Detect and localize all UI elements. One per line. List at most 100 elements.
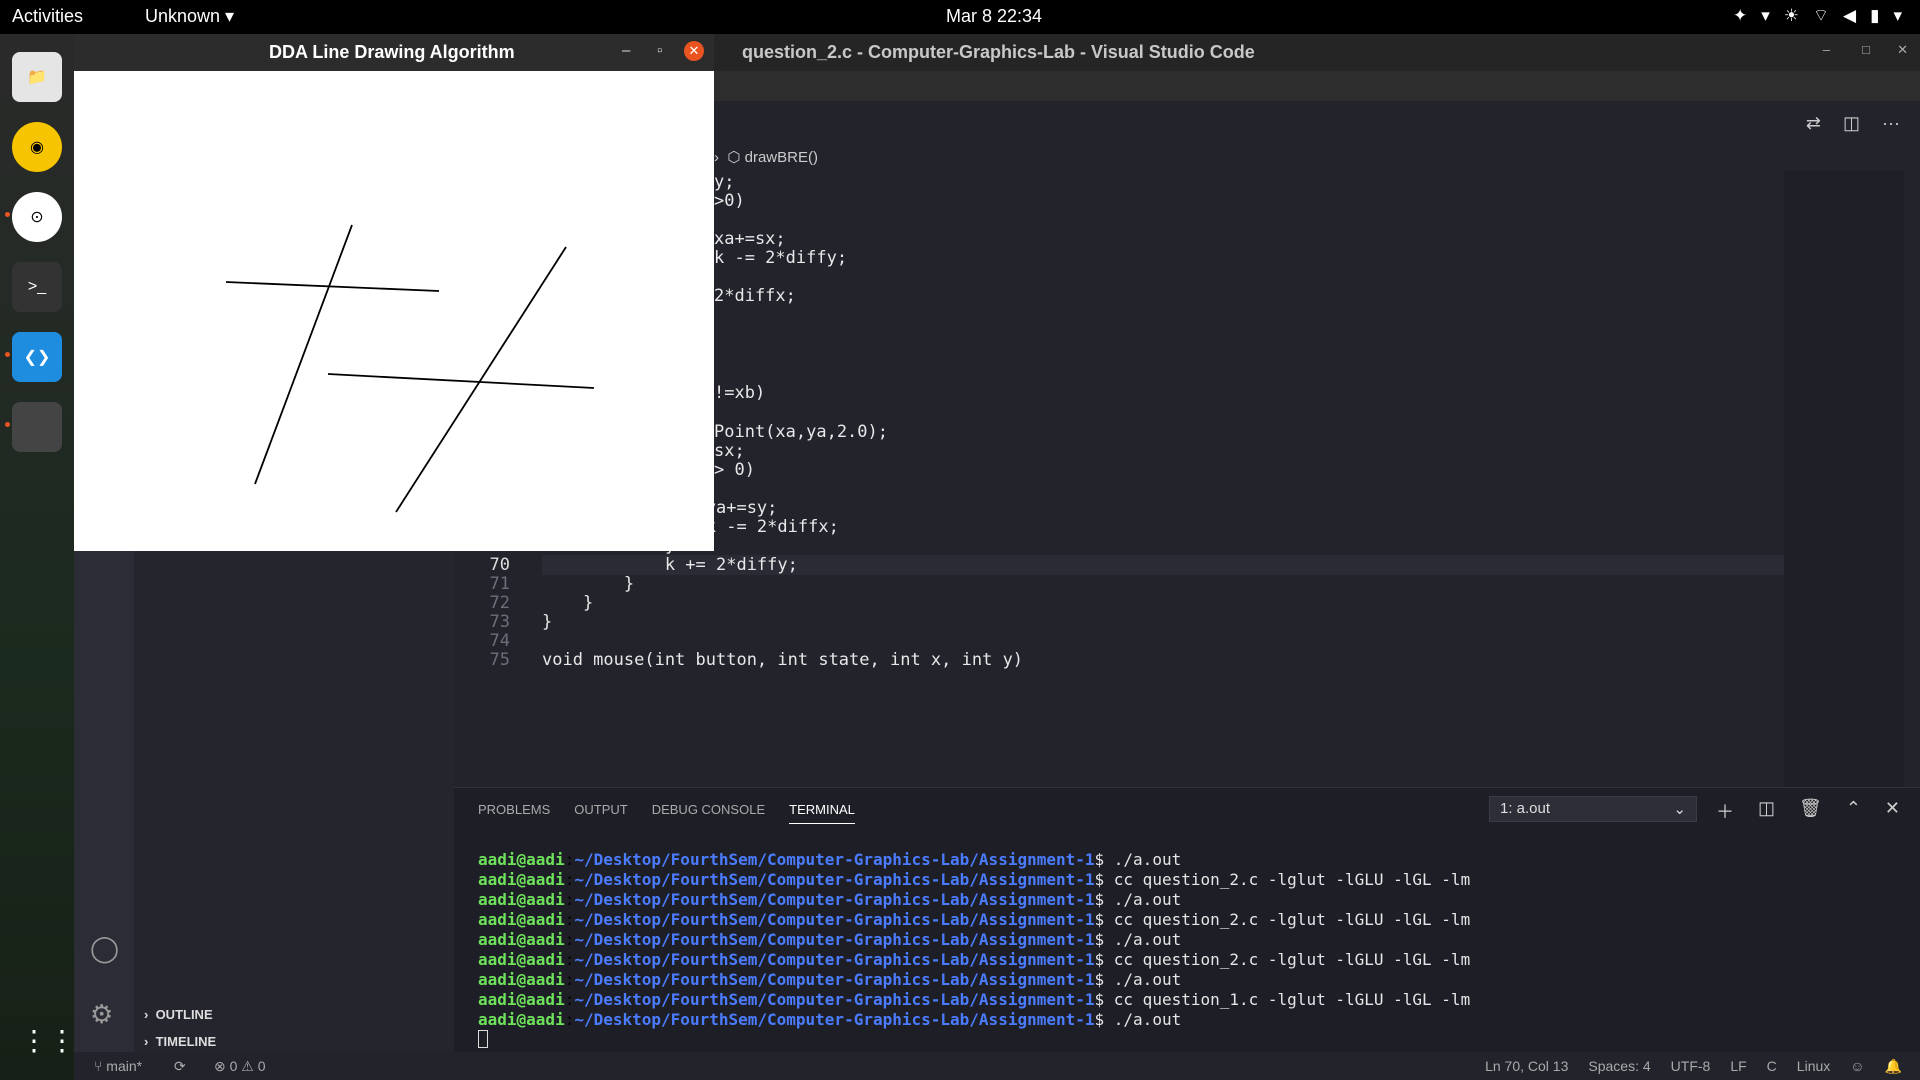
code-line[interactable]: xa+=sx; (714, 229, 786, 249)
glut-window[interactable]: DDA Line Drawing Algorithm – ▫ ✕ (74, 34, 714, 551)
encoding[interactable]: UTF-8 (1671, 1058, 1711, 1075)
terminal-selector[interactable]: 1: a.out ⌄ (1489, 796, 1697, 822)
power-menu-icon[interactable]: ▾ (1893, 6, 1902, 26)
brightness-icon[interactable]: ☀ (1784, 6, 1799, 26)
terminal-line: aadi@aadi:~/Desktop/FourthSem/Computer-G… (478, 970, 1182, 989)
new-terminal-icon[interactable]: ＋ (1716, 798, 1734, 824)
code-line[interactable]: k += 2*diffy; (542, 555, 1784, 575)
maximize-icon[interactable]: □ (1862, 42, 1870, 57)
code-line[interactable]: y; (714, 172, 734, 192)
sidebar: › OUTLINE › TIMELINE (134, 551, 454, 1056)
os-indicator[interactable]: Linux (1797, 1058, 1830, 1075)
maximize-panel-icon[interactable]: ⌃ (1846, 798, 1861, 824)
terminal-output[interactable]: aadi@aadi:~/Desktop/FourthSem/Computer-G… (478, 850, 1470, 1053)
terminal-line: aadi@aadi:~/Desktop/FourthSem/Computer-G… (478, 1010, 1182, 1029)
feedback-icon[interactable]: ☺ (1850, 1058, 1864, 1075)
glut-titlebar[interactable]: DDA Line Drawing Algorithm – ▫ ✕ (74, 34, 714, 71)
close-panel-icon[interactable]: ✕ (1885, 798, 1900, 824)
system-tray[interactable]: ✦ ▾ ☀ ⌔ ◀ ▮ ▾ (1733, 5, 1902, 26)
maximize-icon[interactable]: ▫ (657, 42, 662, 59)
minimize-icon[interactable]: – (1823, 42, 1830, 57)
panel-tab-problems[interactable]: PROBLEMS (478, 802, 550, 824)
vscode-icon[interactable]: ❮❯ (12, 332, 62, 382)
indentation[interactable]: Spaces: 4 (1588, 1058, 1650, 1075)
chrome-icon[interactable]: ⊙ (12, 192, 62, 242)
line-number: 72 (489, 593, 510, 613)
files-icon[interactable]: 📁 (12, 52, 62, 102)
dropdown-icon[interactable]: ▾ (1761, 6, 1770, 26)
glut-title: DDA Line Drawing Algorithm (269, 42, 515, 62)
branch-indicator[interactable]: ⑂ main* (94, 1058, 142, 1074)
tab-strip (714, 71, 1920, 101)
minimize-icon[interactable]: – (622, 42, 630, 59)
code-line[interactable]: k -= 2*diffy; (714, 248, 847, 268)
drawing-canvas[interactable] (74, 71, 714, 551)
panel-tab-output[interactable]: OUTPUT (574, 802, 627, 824)
code-line[interactable]: >0) (714, 191, 745, 211)
activity-bar: ◯ ⚙ (74, 551, 134, 1056)
line-number: 74 (489, 631, 510, 651)
code-line[interactable]: Point(xa,ya,2.0); (714, 422, 888, 442)
cursor-position[interactable]: Ln 70, Col 13 (1485, 1058, 1568, 1075)
code-line[interactable]: sx; (714, 441, 745, 461)
code-line[interactable]: 2*diffx; (714, 286, 796, 306)
line-number: 70 (489, 555, 510, 575)
battery-icon[interactable]: ▮ (1870, 6, 1879, 26)
code-line[interactable]: !=xb) (714, 383, 765, 403)
minimap[interactable] (1784, 171, 1904, 787)
language-mode[interactable]: C (1767, 1058, 1777, 1075)
breadcrumb[interactable]: › ⬡ drawBRE() (714, 148, 818, 166)
cube-icon: ⬡ (727, 149, 741, 166)
running-indicator (5, 352, 10, 357)
terminal-icon[interactable]: >_ (12, 262, 62, 312)
split-terminal-icon[interactable]: ◫ (1758, 798, 1775, 824)
running-indicator (5, 422, 10, 427)
compare-icon[interactable]: ⇄ (1806, 113, 1821, 134)
app-menu[interactable]: Unknown ▾ (145, 6, 234, 27)
bottom-panel: PROBLEMS OUTPUT DEBUG CONSOLE TERMINAL 1: a… (454, 787, 1920, 1052)
line-number: 73 (489, 612, 510, 632)
drawn-line (327, 373, 595, 389)
split-editor-icon[interactable]: ◫ (1843, 113, 1860, 134)
timeline-section[interactable]: › TIMELINE (144, 1034, 216, 1049)
close-icon[interactable]: ✕ (1897, 42, 1908, 58)
panel-tab-terminal[interactable]: TERMINAL (789, 802, 855, 824)
sync-icon[interactable]: ⟳ (174, 1058, 186, 1075)
code-line[interactable]: } (542, 574, 634, 594)
outline-section[interactable]: › OUTLINE (144, 1007, 213, 1022)
account-icon[interactable]: ◯ (90, 933, 119, 964)
rhythmbox-icon[interactable]: ◉ (12, 122, 62, 172)
close-icon[interactable]: ✕ (684, 41, 704, 61)
glut-app-icon[interactable] (12, 402, 62, 452)
window-title: question_2.c - Computer-Graphics-Lab - V… (742, 42, 1255, 62)
panel-tab-debug-console[interactable]: DEBUG CONSOLE (652, 802, 765, 824)
terminal-line: aadi@aadi:~/Desktop/FourthSem/Computer-G… (478, 910, 1471, 929)
eol[interactable]: LF (1730, 1058, 1746, 1075)
editor-toolbar: ⇄ ◫ ··· (714, 101, 1920, 171)
top-bar: Activities Unknown ▾ Mar 8 22:34 ✦ ▾ ☀ ⌔… (0, 0, 1920, 34)
code-line[interactable]: void mouse(int button, int state, int x,… (542, 650, 1023, 670)
code-line[interactable]: } (542, 593, 593, 613)
activities-button[interactable]: Activities (12, 6, 83, 27)
clock[interactable]: Mar 8 22:34 (946, 6, 1042, 27)
status-bar: ⑂ main* ⟳ ⊗ 0 ⚠ 0 Ln 70, Col 13 Spaces: … (74, 1052, 1920, 1080)
dock: 📁 ◉ ⊙ >_ ❮❯ ⋮⋮⋮ (0, 34, 104, 1080)
terminal-line: aadi@aadi:~/Desktop/FourthSem/Computer-G… (478, 930, 1182, 949)
line-number: 71 (489, 574, 510, 594)
gear-icon[interactable]: ⚙ (90, 999, 113, 1030)
wifi-icon[interactable]: ⌔ (1813, 5, 1829, 26)
accessibility-icon[interactable]: ✦ (1733, 6, 1747, 26)
notifications-icon[interactable]: 🔔 (1885, 1058, 1902, 1075)
editor-scrollbar[interactable] (1904, 171, 1920, 787)
terminal-line: aadi@aadi:~/Desktop/FourthSem/Computer-G… (478, 850, 1182, 869)
volume-icon[interactable]: ◀ (1843, 6, 1856, 26)
code-line[interactable]: > 0) (714, 460, 755, 480)
problems-indicator[interactable]: ⊗ 0 ⚠ 0 (214, 1058, 266, 1075)
running-indicator (5, 212, 10, 217)
drawn-line (254, 224, 353, 485)
terminal-line: aadi@aadi:~/Desktop/FourthSem/Computer-G… (478, 890, 1182, 909)
more-actions-icon[interactable]: ··· (1882, 113, 1900, 134)
terminal-line: aadi@aadi:~/Desktop/FourthSem/Computer-G… (478, 870, 1471, 889)
trash-icon[interactable]: 🗑 (1799, 798, 1822, 824)
code-line[interactable]: } (542, 612, 552, 632)
